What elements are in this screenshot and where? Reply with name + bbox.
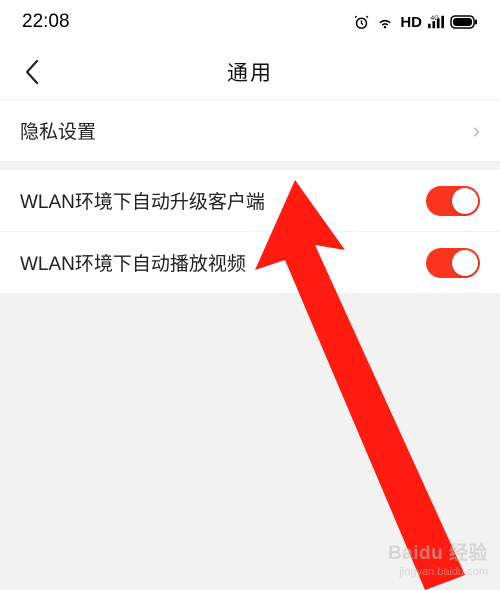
row-label: WLAN环境下自动升级客户端 — [20, 187, 265, 214]
toggle-knob — [452, 250, 478, 276]
battery-icon — [450, 15, 478, 29]
nav-bar: 通用 — [0, 44, 500, 100]
row-privacy-settings[interactable]: 隐私设置 › — [0, 100, 500, 162]
svg-text:4G: 4G — [431, 15, 439, 22]
chevron-left-icon — [24, 59, 40, 85]
hd-label: HD — [400, 14, 422, 31]
status-bar: 22:08 HD 4G — [0, 0, 500, 44]
watermark-brand: Baidu 经验 — [388, 543, 488, 566]
row-label: 隐私设置 — [20, 117, 96, 144]
chevron-right-icon: › — [473, 118, 480, 144]
page-title: 通用 — [227, 57, 273, 87]
row-label: WLAN环境下自动播放视频 — [20, 249, 246, 276]
watermark-url: jingyan.baidu.com — [388, 566, 488, 579]
toggle-wlan-auto-upgrade[interactable] — [426, 186, 480, 216]
signal-icon: 4G — [428, 15, 444, 29]
status-right: HD 4G — [353, 14, 478, 31]
watermark: Baidu 经验 jingyan.baidu.com — [388, 543, 488, 579]
settings-list: 隐私设置 › WLAN环境下自动升级客户端 WLAN环境下自动播放视频 — [0, 100, 500, 294]
toggle-wlan-auto-play[interactable] — [426, 248, 480, 278]
wifi-icon — [376, 15, 394, 29]
toggle-knob — [452, 188, 478, 214]
row-wlan-auto-play: WLAN环境下自动播放视频 — [0, 232, 500, 294]
alarm-icon — [353, 14, 370, 31]
back-button[interactable] — [18, 58, 46, 86]
status-time: 22:08 — [22, 11, 70, 33]
row-wlan-auto-upgrade: WLAN环境下自动升级客户端 — [0, 170, 500, 232]
